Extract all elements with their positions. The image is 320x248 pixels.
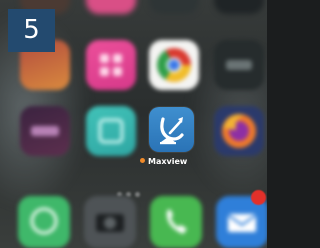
pink-app-glyph-icon	[100, 54, 122, 76]
chrome-icon[interactable]	[149, 40, 199, 90]
new-app-dot	[140, 158, 145, 163]
camera-glyph-icon	[96, 214, 124, 232]
phone-handset-icon	[166, 209, 187, 234]
dark-purple-app-icon[interactable]	[20, 106, 70, 156]
notification-badge	[251, 190, 266, 205]
app-icon-top-dark[interactable]	[149, 0, 199, 14]
firefox-icon[interactable]	[214, 106, 264, 156]
maxview-label-text: Maxview	[148, 157, 188, 166]
maxview-satellite-icon	[160, 117, 184, 145]
teal-app-icon[interactable]	[86, 106, 136, 156]
firefox-logo-icon	[222, 114, 256, 148]
whatsapp-icon[interactable]	[18, 196, 70, 248]
step-number-badge: 5	[8, 9, 55, 52]
camera-icon[interactable]	[84, 196, 136, 248]
whatsapp-glyph-icon	[30, 207, 58, 235]
app-icon-top-right[interactable]	[214, 0, 264, 14]
pink-app-icon[interactable]	[86, 40, 136, 90]
page-dot	[135, 192, 140, 197]
teal-app-glyph-icon	[98, 118, 124, 144]
phone-icon[interactable]	[150, 196, 202, 248]
page-indicator	[117, 182, 157, 197]
purple-app-glyph-icon	[31, 126, 59, 136]
app-icon-top-pink[interactable]	[86, 0, 136, 14]
chrome-logo-icon	[157, 48, 191, 82]
dark-app-glyph-icon	[226, 60, 252, 70]
dark-app-icon[interactable]	[214, 40, 264, 90]
phone-home-screen: Maxview 5	[0, 0, 267, 248]
maxview-app-icon[interactable]	[149, 107, 194, 152]
maxview-app-label: Maxview	[140, 155, 210, 169]
